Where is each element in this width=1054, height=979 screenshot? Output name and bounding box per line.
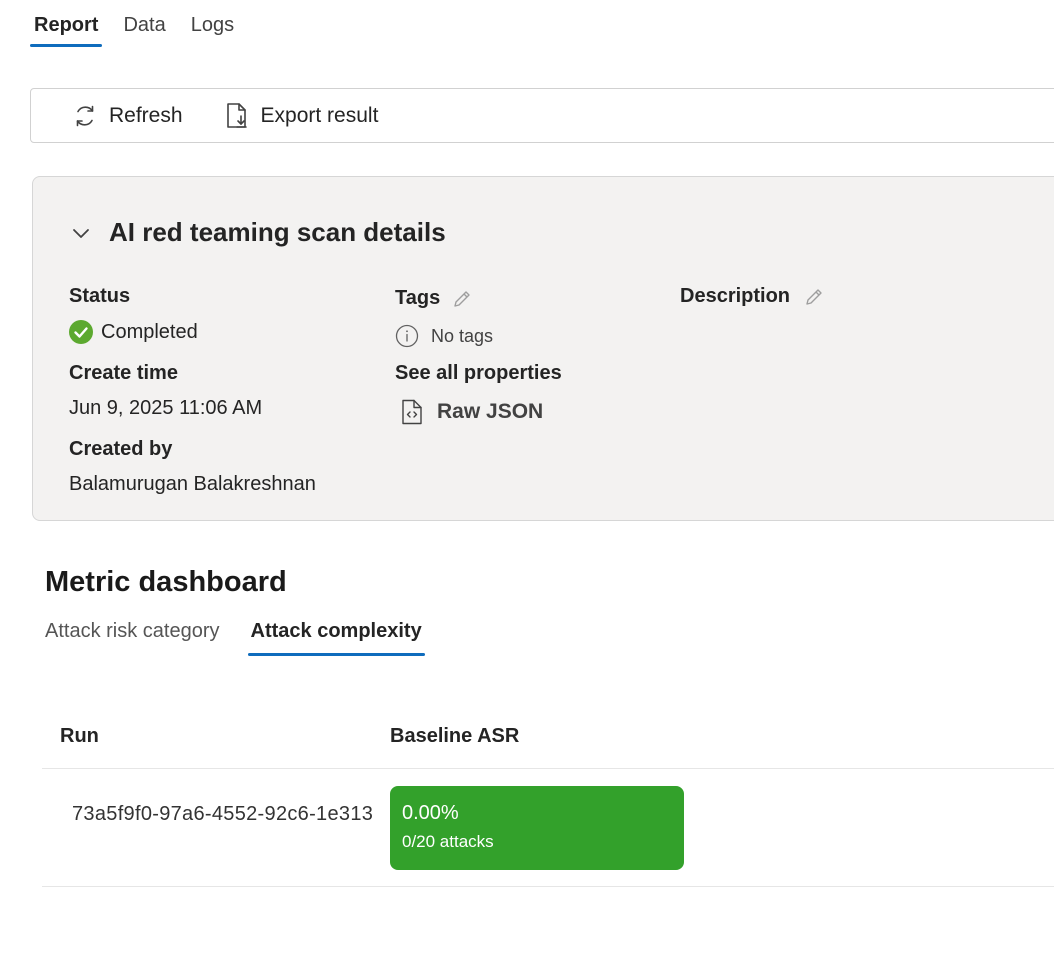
- create-time-value: Jun 9, 2025 11:06 AM: [69, 397, 263, 419]
- export-result-label: Export result: [260, 103, 379, 127]
- check-circle-icon: [69, 320, 93, 344]
- tab-attack-risk-category[interactable]: Attack risk category: [45, 620, 220, 653]
- description-label: Description: [680, 285, 791, 307]
- column-header-baseline-asr[interactable]: Baseline ASR: [390, 725, 519, 748]
- no-tags-row: No tags: [395, 324, 562, 348]
- export-document-icon: [223, 102, 251, 130]
- details-column-3: Description: [680, 285, 824, 308]
- code-file-icon: [402, 399, 422, 425]
- baseline-asr-attacks: 0/20 attacks: [402, 832, 494, 851]
- see-all-properties-label: See all properties: [395, 362, 562, 384]
- baseline-asr-cell[interactable]: 0.00% 0/20 attacks: [390, 786, 684, 870]
- metric-dashboard-tabs: Attack risk category Attack complexity: [45, 620, 453, 656]
- table-header: Run Baseline ASR: [42, 705, 1054, 769]
- status-row: Completed: [69, 320, 316, 344]
- refresh-button[interactable]: Refresh: [71, 102, 183, 130]
- tab-report[interactable]: Report: [30, 8, 103, 47]
- details-title: AI red teaming scan details: [109, 217, 446, 247]
- status-label: Status: [69, 285, 131, 307]
- tags-label: Tags: [395, 287, 441, 309]
- details-column-1: Status Completed Create time Jun 9, 2025…: [69, 285, 316, 496]
- details-column-2: Tags No tags See all properties Raw JSON: [395, 287, 562, 425]
- refresh-icon: [71, 102, 99, 130]
- created-by-value: Balamurugan Balakreshnan: [69, 473, 316, 495]
- tags-row: Tags: [395, 287, 562, 310]
- info-icon: [395, 324, 419, 348]
- baseline-asr-percent: 0.00%: [402, 802, 459, 824]
- table-row: 73a5f9f0-97a6-4552-92c6-1e313 0.00% 0/20…: [42, 769, 1054, 887]
- tab-logs[interactable]: Logs: [187, 8, 238, 47]
- details-collapse-header[interactable]: AI red teaming scan details: [69, 217, 446, 248]
- tab-data[interactable]: Data: [119, 8, 169, 47]
- description-row: Description: [680, 285, 824, 308]
- run-id-cell[interactable]: 73a5f9f0-97a6-4552-92c6-1e313: [72, 803, 372, 826]
- metric-dashboard-title: Metric dashboard: [45, 566, 287, 598]
- edit-description-pencil-icon[interactable]: [804, 287, 824, 307]
- command-bar: Refresh Export result: [30, 88, 1054, 143]
- chevron-down-icon: [73, 228, 89, 238]
- column-header-run[interactable]: Run: [60, 725, 99, 748]
- created-by-label: Created by: [69, 438, 173, 460]
- raw-json-label: Raw JSON: [437, 400, 544, 423]
- refresh-label: Refresh: [109, 103, 183, 127]
- top-tabs: Report Data Logs: [30, 8, 255, 47]
- raw-json-link[interactable]: Raw JSON: [401, 399, 562, 425]
- tab-attack-complexity[interactable]: Attack complexity: [247, 620, 425, 656]
- status-value: Completed: [101, 320, 198, 343]
- scan-details-panel: AI red teaming scan details Status Compl…: [32, 176, 1054, 521]
- create-time-label: Create time: [69, 362, 178, 384]
- edit-tags-pencil-icon[interactable]: [452, 289, 472, 309]
- no-tags-text: No tags: [431, 325, 494, 346]
- export-result-button[interactable]: Export result: [223, 102, 379, 130]
